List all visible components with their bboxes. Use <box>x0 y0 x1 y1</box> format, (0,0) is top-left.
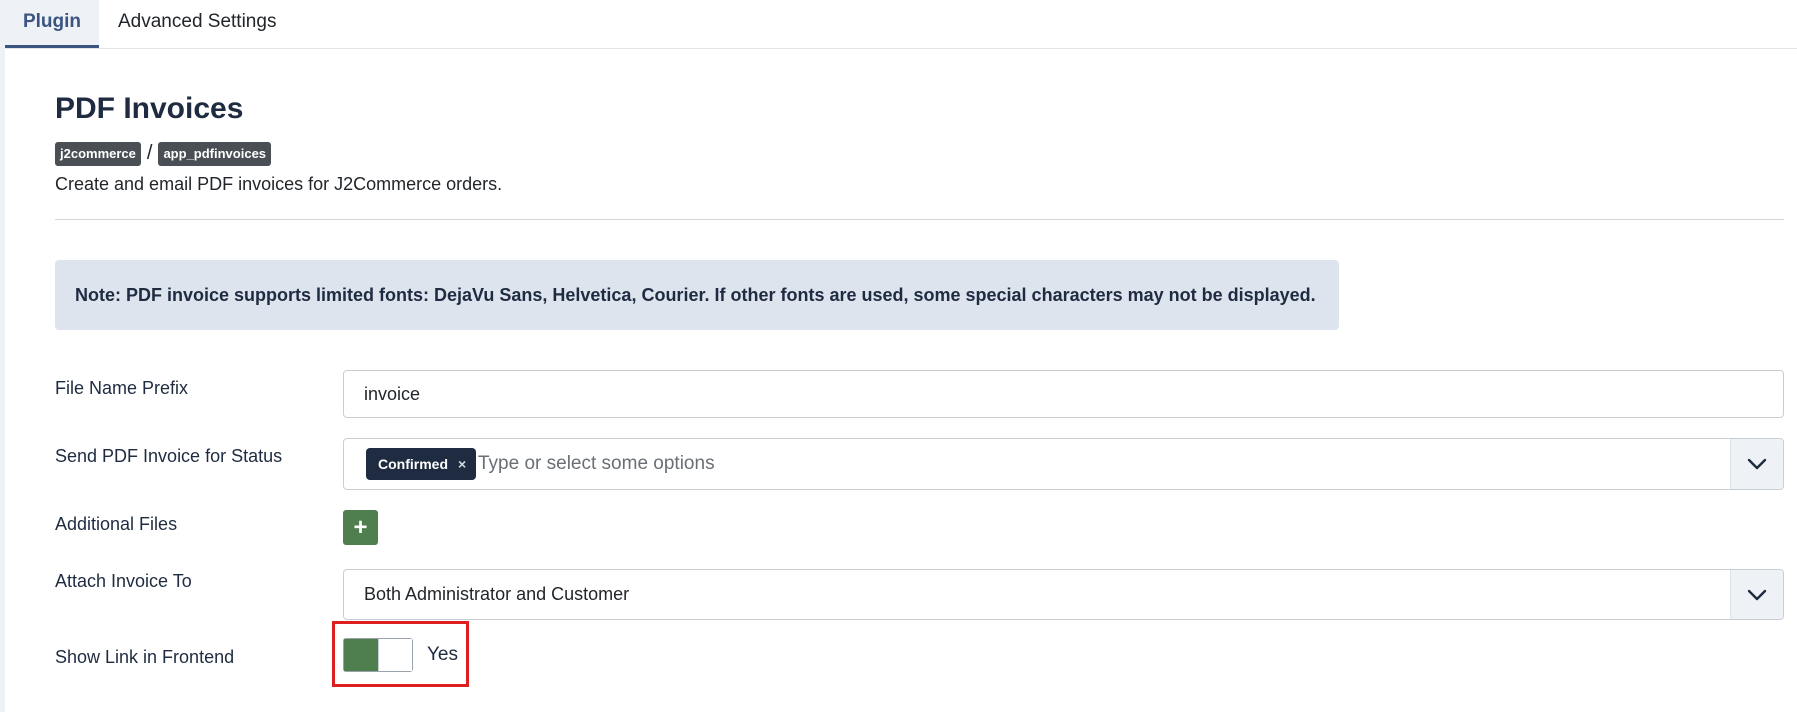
fonts-note: Note: PDF invoice supports limited fonts… <box>55 260 1339 330</box>
status-chip-confirmed: Confirmed × <box>366 448 477 480</box>
breadcrumb: j2commerce / app_pdfinvoices <box>55 141 272 166</box>
send-status-search-placeholder[interactable]: Type or select some options <box>478 439 715 489</box>
send-status-label: Send PDF Invoice for Status <box>55 446 283 466</box>
show-link-toggle[interactable] <box>343 638 413 672</box>
page-title: PDF Invoices <box>55 92 244 125</box>
breadcrumb-badge-group: j2commerce <box>55 141 141 166</box>
show-link-value: Yes <box>427 644 458 665</box>
file-name-prefix-input[interactable] <box>343 370 1784 418</box>
show-link-label: Show Link in Frontend <box>55 647 235 667</box>
add-file-button[interactable]: + <box>343 510 378 545</box>
attach-invoice-select[interactable]: Both Administrator and Customer <box>343 569 1784 620</box>
chip-remove-icon[interactable]: × <box>458 456 466 472</box>
send-status-select[interactable]: Confirmed × Type or select some options <box>343 438 1784 490</box>
chevron-down-icon <box>1747 589 1767 600</box>
status-chip-label: Confirmed <box>378 456 448 472</box>
left-edge-bar <box>0 0 5 712</box>
tab-advanced-settings[interactable]: Advanced Settings <box>118 0 276 48</box>
attach-invoice-label: Attach Invoice To <box>55 571 192 591</box>
plugin-description: Create and email PDF invoices for J2Comm… <box>55 174 503 194</box>
plus-icon: + <box>353 514 368 541</box>
chevron-down-icon <box>1747 458 1767 470</box>
send-status-dropdown-toggle[interactable] <box>1730 439 1783 489</box>
toggle-on-fill <box>344 639 378 671</box>
divider <box>55 219 1784 220</box>
tab-plugin[interactable]: Plugin <box>5 0 99 48</box>
additional-files-label: Additional Files <box>55 514 178 534</box>
tab-bar: Plugin Advanced Settings <box>5 0 1797 49</box>
breadcrumb-badge-element: app_pdfinvoices <box>158 141 272 166</box>
attach-invoice-value: Both Administrator and Customer <box>364 584 630 604</box>
attach-invoice-dropdown-toggle[interactable] <box>1730 570 1783 619</box>
breadcrumb-separator: / <box>146 142 153 164</box>
toggle-knob <box>378 639 412 671</box>
file-name-prefix-label: File Name Prefix <box>55 378 189 398</box>
